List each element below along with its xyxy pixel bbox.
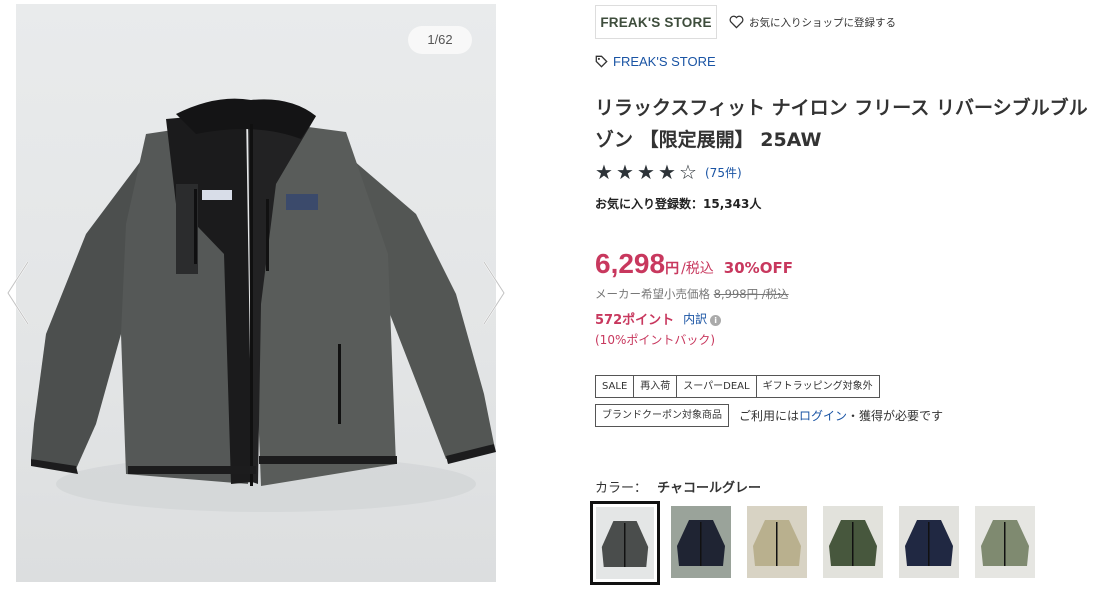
- product-gallery: 1/62: [0, 0, 514, 597]
- points-breakdown-label: 内訳: [683, 312, 708, 326]
- swatch-thumbnail-image: [671, 506, 731, 578]
- star-filled-icon: ★: [616, 160, 634, 184]
- login-link[interactable]: ログイン: [799, 409, 847, 423]
- color-value: チャコールグレー: [657, 481, 762, 496]
- login-note-suffix: ・獲得が必要です: [847, 409, 944, 423]
- points-breakdown-link[interactable]: 内訳 i: [683, 310, 722, 327]
- tag-sale: SALE: [595, 375, 635, 398]
- color-swatch-khaki-black[interactable]: [975, 506, 1035, 578]
- favorite-shop-label: お気に入りショップに登録する: [749, 16, 896, 29]
- favorite-count-value: 15,343人: [703, 197, 762, 211]
- color-swatch-olive-brown[interactable]: [823, 506, 883, 578]
- image-counter: 1/62: [408, 26, 472, 54]
- jacket-illustration: [31, 98, 496, 512]
- swatch-thumbnail-image: [975, 506, 1035, 578]
- points-back: (10%ポイントバック): [595, 333, 716, 347]
- rating: ★ ★ ★ ★ ☆ (75件): [595, 160, 742, 184]
- sale-price: 6,298: [595, 248, 666, 279]
- heart-icon: [729, 15, 744, 29]
- favorite-shop-button[interactable]: お気に入りショップに登録する: [729, 15, 896, 30]
- shop-logo-text: FREAK'S STORE: [600, 14, 712, 30]
- color-swatch-charcoal-grey[interactable]: [590, 501, 660, 585]
- points-value: 572ポイント: [595, 313, 675, 328]
- price-tax: /税込: [681, 261, 714, 277]
- star-filled-icon: ★: [595, 160, 613, 184]
- swatch-thumbnail-image: [899, 506, 959, 578]
- login-note-prefix: ご利用には: [739, 409, 800, 423]
- swatch-thumbnail-image: [747, 506, 807, 578]
- star-filled-icon: ★: [658, 160, 676, 184]
- tag-restock: 再入荷: [633, 375, 678, 398]
- msrp: メーカー希望小売価格 8,998円 /税込: [595, 286, 789, 302]
- favorite-count-label: お気に入り登録数：: [595, 197, 704, 211]
- color-swatch-navy-beige[interactable]: [899, 506, 959, 578]
- discount-badge: 30%OFF: [723, 259, 793, 277]
- color-swatch-beige-olive[interactable]: [747, 506, 807, 578]
- product-title: リラックスフィット ナイロン フリース リバーシブルブルゾン 【限定展開】 25…: [595, 97, 1088, 151]
- tag-super-deal: スーパーDEAL: [676, 375, 757, 398]
- next-image-button[interactable]: [478, 260, 508, 326]
- swatch-thumbnail-image: [596, 507, 654, 579]
- color-label: カラー：: [595, 481, 648, 496]
- tag-icon: [595, 55, 608, 68]
- star-empty-icon: ☆: [679, 160, 697, 184]
- previous-image-button[interactable]: [4, 260, 34, 326]
- chevron-left-icon: [6, 261, 29, 325]
- tag-list: SALE 再入荷 スーパーDEAL ギフトラッピング対象外: [595, 375, 880, 398]
- shop-logo[interactable]: FREAK'S STORE: [595, 5, 717, 39]
- product-main-image[interactable]: [16, 4, 496, 582]
- chevron-right-icon: [483, 261, 506, 325]
- brand-link[interactable]: FREAK'S STORE: [613, 54, 716, 69]
- tag-gift-wrap-excluded: ギフトラッピング対象外: [755, 375, 880, 398]
- brand-row: FREAK'S STORE: [595, 54, 716, 69]
- coupon-row: ブランドクーポン対象商品 ご利用にはログイン・獲得が必要です: [595, 404, 943, 427]
- favorite-count: お気に入り登録数：15,343人: [595, 195, 761, 212]
- review-count-link[interactable]: (75件): [705, 164, 742, 181]
- star-rating: ★ ★ ★ ★ ☆: [595, 160, 700, 184]
- msrp-value: 8,998円 /税込: [713, 287, 789, 301]
- tag-brand-coupon: ブランドクーポン対象商品: [595, 404, 729, 427]
- color-swatches: [590, 501, 1051, 585]
- shop-header: FREAK'S STORE お気に入りショップに登録する: [595, 5, 896, 39]
- color-swatch-navy-model[interactable]: [671, 506, 731, 578]
- info-icon: i: [710, 315, 722, 326]
- price-row: 6,298 円 /税込 30%OFF: [595, 248, 793, 280]
- price-currency: 円: [665, 261, 680, 277]
- star-filled-icon: ★: [637, 160, 655, 184]
- points-row: 572ポイント 内訳 i: [595, 309, 722, 328]
- msrp-label: メーカー希望小売価格: [595, 287, 710, 301]
- login-note: ご利用にはログイン・獲得が必要です: [739, 407, 943, 424]
- color-selection-label: カラー： チャコールグレー: [595, 477, 761, 496]
- swatch-thumbnail-image: [823, 506, 883, 578]
